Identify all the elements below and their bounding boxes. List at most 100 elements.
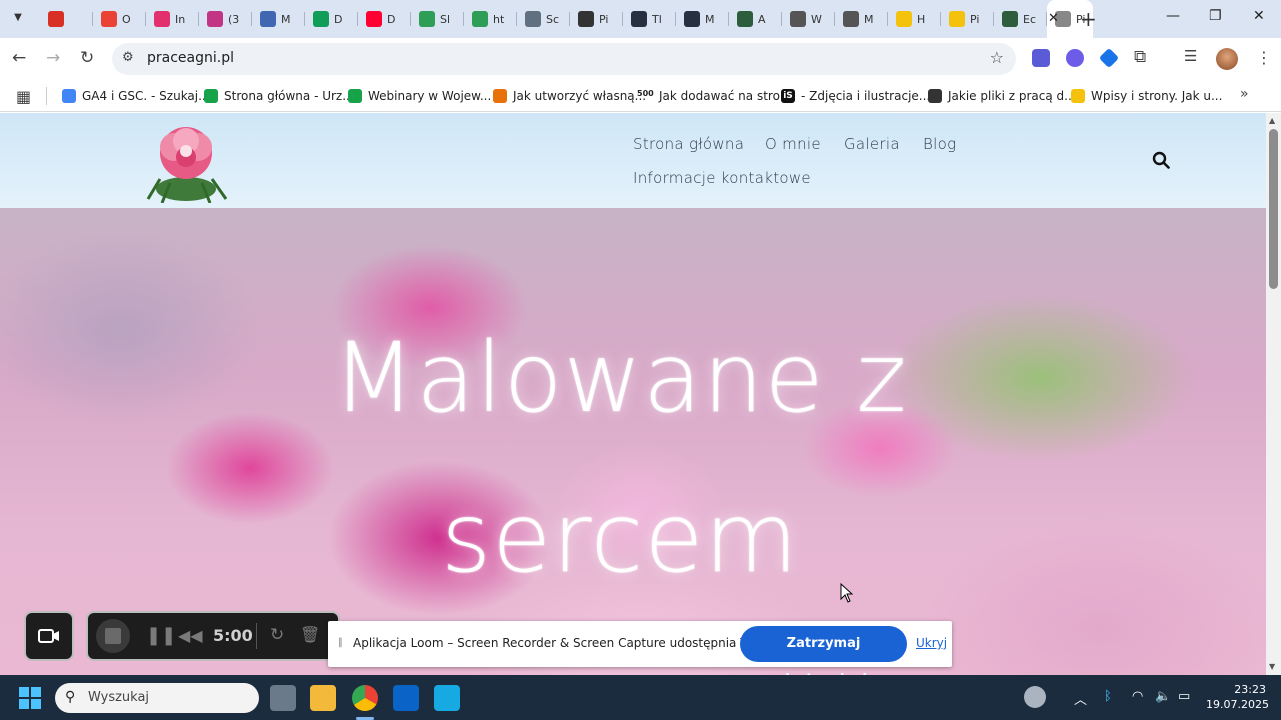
reload-icon[interactable]: ↻ bbox=[80, 48, 94, 68]
peony-logo-icon[interactable] bbox=[140, 119, 232, 203]
browser-tab[interactable]: W bbox=[782, 0, 835, 38]
extension-icon-3[interactable] bbox=[1098, 47, 1120, 69]
extension-icon-1[interactable] bbox=[1032, 49, 1050, 67]
bookmark-star-icon[interactable]: ☆ bbox=[990, 48, 1004, 67]
browser-tab[interactable]: M bbox=[835, 0, 888, 38]
pause-icon[interactable]: ❚❚ bbox=[146, 625, 176, 646]
notes-app-icon[interactable] bbox=[434, 685, 460, 711]
bookmark-favicon-icon bbox=[204, 89, 218, 103]
tab-favicon-icon bbox=[48, 11, 64, 27]
chrome-icon[interactable] bbox=[352, 685, 378, 711]
bookmark-item[interactable]: Jakie pliki z pracą d... bbox=[928, 87, 1076, 105]
bookmark-label: GA4 i GSC. - Szukaj... bbox=[82, 89, 210, 103]
bluetooth-icon[interactable]: ᛒ bbox=[1104, 689, 1112, 704]
tab-favicon-icon bbox=[631, 11, 647, 27]
nav-galeria[interactable]: Galeria bbox=[844, 135, 900, 153]
browser-tab[interactable] bbox=[40, 0, 93, 38]
tab-favicon-icon bbox=[1002, 11, 1018, 27]
restart-icon[interactable]: ↻ bbox=[270, 625, 284, 645]
browser-tab[interactable]: O bbox=[93, 0, 146, 38]
close-tab-icon[interactable]: ✕ bbox=[1048, 11, 1059, 26]
tab-favicon-icon bbox=[472, 11, 488, 27]
show-hidden-icons-chevron-icon[interactable]: ︿ bbox=[1074, 689, 1087, 708]
browser-tab[interactable]: ht bbox=[464, 0, 517, 38]
restore-icon[interactable]: ❐ bbox=[1209, 8, 1222, 24]
browser-tab[interactable]: (3 bbox=[199, 0, 252, 38]
back-icon[interactable]: ← bbox=[12, 48, 26, 68]
nav-o-mnie[interactable]: O mnie bbox=[765, 135, 821, 153]
rewind-icon[interactable]: ◀◀ bbox=[178, 626, 203, 645]
scroll-up-icon[interactable]: ▲ bbox=[1269, 116, 1275, 125]
extensions-puzzle-icon[interactable]: ⧉ bbox=[1134, 47, 1146, 67]
bookmark-item[interactable]: Webinary w Wojew... bbox=[348, 87, 491, 105]
bookmark-item[interactable]: Jak utworzyć własną... bbox=[493, 87, 646, 105]
profile-avatar[interactable] bbox=[1216, 48, 1238, 70]
browser-tab[interactable]: Sl bbox=[411, 0, 464, 38]
taskbar-clock[interactable]: 23:23 19.07.2025 bbox=[1206, 682, 1269, 712]
wifi-icon[interactable]: ◠ bbox=[1132, 689, 1143, 704]
drag-handle-icon[interactable]: || bbox=[338, 637, 343, 648]
browser-tab[interactable]: M bbox=[676, 0, 729, 38]
new-tab-button[interactable]: + bbox=[1080, 7, 1097, 31]
nav-blog[interactable]: Blog bbox=[923, 135, 956, 153]
more-bookmarks-icon[interactable]: » bbox=[1240, 86, 1249, 102]
tab-label: ht bbox=[493, 12, 505, 26]
loom-camera-button[interactable] bbox=[24, 611, 74, 661]
nav-informacje-kontaktowe[interactable]: Informacje kontaktowe bbox=[633, 169, 811, 187]
tab-favicon-icon bbox=[790, 11, 806, 27]
browser-tab[interactable]: H bbox=[888, 0, 941, 38]
site-settings-icon[interactable]: ⚙ bbox=[122, 50, 134, 65]
page-scrollbar[interactable]: ▲ ▼ bbox=[1266, 113, 1281, 675]
tab-favicon-icon bbox=[154, 11, 170, 27]
browser-tab[interactable]: M bbox=[252, 0, 305, 38]
browser-tab[interactable]: D bbox=[305, 0, 358, 38]
stop-sharing-button[interactable]: Zatrzymaj udostępnianie bbox=[740, 626, 907, 687]
tab-search-chevron-icon[interactable]: ▼ bbox=[8, 8, 28, 28]
browser-tab[interactable]: Ec bbox=[994, 0, 1047, 38]
nav-strona-glowna[interactable]: Strona główna bbox=[633, 135, 744, 153]
volume-icon[interactable]: 🔈 bbox=[1155, 689, 1171, 704]
taskbar-search-box[interactable]: ⚲ Wyszukaj bbox=[55, 683, 259, 713]
scroll-thumb[interactable] bbox=[1269, 129, 1278, 289]
bookmark-item[interactable]: iS - Zdjęcia i ilustracje... bbox=[781, 87, 930, 105]
tab-favicon-icon bbox=[896, 11, 912, 27]
outlook-icon[interactable] bbox=[393, 685, 419, 711]
browser-tab[interactable]: In bbox=[146, 0, 199, 38]
bookmark-item[interactable]: GA4 i GSC. - Szukaj... bbox=[62, 87, 210, 105]
bookmark-item[interactable]: Strona główna - Urz... bbox=[204, 87, 354, 105]
bookmark-label: Strona główna - Urz... bbox=[224, 89, 354, 103]
minimize-icon[interactable]: — bbox=[1166, 8, 1180, 24]
windows-start-icon[interactable] bbox=[19, 687, 41, 709]
tab-label: Pi bbox=[599, 12, 609, 26]
scroll-down-icon[interactable]: ▼ bbox=[1269, 662, 1275, 671]
stop-recording-button[interactable] bbox=[96, 619, 130, 653]
bookmark-item[interactable]: Wpisy i strony. Jak u... bbox=[1071, 87, 1222, 105]
media-controls-icon[interactable]: ☰ bbox=[1184, 47, 1197, 65]
apps-grid-icon[interactable]: ▦ bbox=[16, 87, 31, 106]
task-view-icon[interactable] bbox=[270, 685, 296, 711]
bookmark-item[interactable]: 500 Jak dodawać na stro... bbox=[637, 87, 791, 105]
tab-label: O bbox=[122, 12, 131, 26]
address-bar[interactable]: ⚙ praceagni.pl ☆ bbox=[112, 43, 1016, 75]
search-icon[interactable] bbox=[1152, 151, 1170, 169]
browser-tab[interactable]: Pi bbox=[570, 0, 623, 38]
file-explorer-icon[interactable] bbox=[310, 685, 336, 711]
menu-kebab-icon[interactable]: ⋮ bbox=[1256, 48, 1272, 67]
tab-label: W bbox=[811, 12, 822, 26]
extension-icon-2[interactable] bbox=[1066, 49, 1084, 67]
bookmark-favicon-icon bbox=[928, 89, 942, 103]
weather-icon[interactable] bbox=[1024, 686, 1046, 708]
search-icon: ⚲ bbox=[65, 689, 76, 705]
battery-icon[interactable]: ▭ bbox=[1178, 689, 1190, 704]
browser-tab[interactable]: D bbox=[358, 0, 411, 38]
close-window-icon[interactable]: ✕ bbox=[1253, 8, 1265, 24]
forward-icon[interactable]: → bbox=[46, 48, 60, 68]
browser-tab[interactable]: Pi bbox=[941, 0, 994, 38]
browser-tab[interactable]: Sc bbox=[517, 0, 570, 38]
trash-icon[interactable]: 🗑 bbox=[300, 625, 320, 644]
browser-tab[interactable]: A bbox=[729, 0, 782, 38]
hide-link[interactable]: Ukryj bbox=[916, 636, 947, 650]
hero-title-line-1: Malowane z bbox=[332, 322, 908, 434]
browser-tab[interactable]: Tl bbox=[623, 0, 676, 38]
url-text[interactable]: praceagni.pl bbox=[147, 50, 234, 66]
